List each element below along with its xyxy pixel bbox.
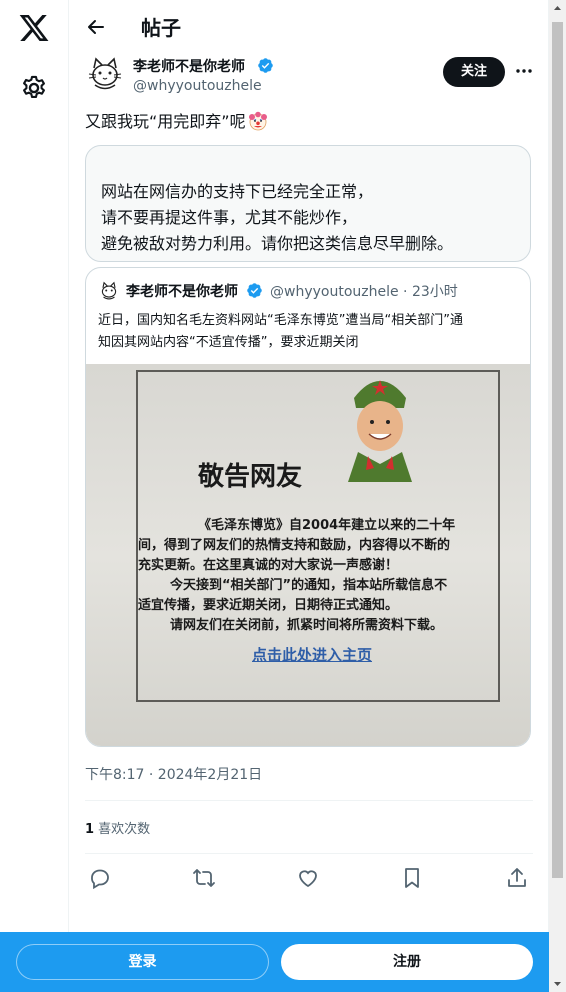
- left-rail: [0, 0, 69, 992]
- cat-avatar-icon: [98, 280, 120, 302]
- gear-icon[interactable]: [20, 74, 48, 102]
- retweet-icon[interactable]: [192, 866, 216, 890]
- verified-icon: [247, 283, 262, 298]
- main-column: 帖子 李老师不是你老师 @whyyoutouzhele 关注 又跟我玩“用完即弃…: [69, 0, 549, 992]
- image-body-line-3: 充实更新。在这里真诚的对大家说一声感谢！: [138, 558, 399, 573]
- bookmark-icon[interactable]: [400, 866, 424, 890]
- quoted-avatar: [98, 280, 120, 302]
- signup-button[interactable]: 注册: [281, 944, 533, 980]
- image-body-line-4: 今天接到“相关部门”的通知，指本站所载信息不: [170, 578, 448, 593]
- signup-banner: 登录 注册: [0, 932, 549, 992]
- notice-card: 网站在网信办的支持下已经完全正常， 请不要再提这件事，尤其不能炒作， 避免被敌对…: [85, 145, 531, 262]
- scroll-down-icon[interactable]: [549, 975, 566, 992]
- reply-icon[interactable]: [88, 866, 112, 890]
- image-title: 敬告网友: [198, 462, 303, 492]
- timestamp[interactable]: 下午8:17 · 2024年2月21日: [85, 764, 262, 784]
- cat-avatar-icon: [85, 54, 125, 94]
- tweet-text: 又跟我玩“用完即弃”呢: [85, 108, 268, 132]
- more-icon[interactable]: [513, 60, 535, 82]
- image-body-line-6: 请网友们在关闭前，抓紧时间将所需资料下载。: [170, 618, 444, 633]
- login-button[interactable]: 登录: [16, 944, 269, 980]
- image-body-line-1: 《毛泽东博览》自2004年建立以来的二十年: [198, 518, 456, 533]
- scrollbar-thumb[interactable]: [552, 22, 563, 878]
- x-logo-icon[interactable]: [18, 12, 50, 44]
- likes-stat[interactable]: 1 喜欢次数: [85, 818, 150, 837]
- page-title: 帖子: [141, 16, 181, 40]
- quoted-meta: @whyyoutouzhele · 23小时: [270, 284, 458, 300]
- divider: [85, 853, 533, 854]
- image-body-line-5: 适宜传播，要求近期关闭，日期待正式通知。: [138, 598, 399, 613]
- likes-count: 1: [85, 822, 95, 837]
- verified-icon: [258, 58, 273, 73]
- image-homepage-link: 点击此处进入主页: [252, 646, 373, 664]
- quoted-image[interactable]: 敬告网友 《毛泽东博览》自2004年建立以来的二十年 间，得到了网友们的热情支持…: [86, 364, 530, 746]
- back-arrow-icon[interactable]: [81, 12, 111, 42]
- likes-label: 喜欢次数: [94, 822, 151, 837]
- notice-line-1: 网站在网信办的支持下已经完全正常，: [101, 182, 374, 201]
- like-icon[interactable]: [296, 866, 320, 890]
- quoted-tweet[interactable]: 李老师不是你老师 @whyyoutouzhele · 23小时 近日，国内知名毛…: [85, 267, 531, 747]
- author-handle[interactable]: @whyyoutouzhele: [133, 78, 262, 94]
- scrollbar[interactable]: [549, 0, 566, 992]
- quoted-author-name: 李老师不是你老师: [126, 284, 238, 300]
- share-icon[interactable]: [505, 866, 529, 890]
- notice-line-2: 请不要再提这件事，尤其不能炒作，: [101, 208, 358, 227]
- author-row: 李老师不是你老师 @whyyoutouzhele 关注: [85, 54, 533, 102]
- image-body-line-2: 间，得到了网友们的热情支持和鼓励，内容得以不断的: [138, 538, 451, 553]
- notice-line-3: 避免被敌对势力利用。请你把这类信息尽早删除。: [101, 234, 454, 253]
- divider: [85, 800, 533, 801]
- soldier-portrait-icon: [348, 380, 412, 482]
- clown-emoji-icon: [248, 111, 267, 131]
- avatar[interactable]: [85, 54, 125, 94]
- follow-button[interactable]: 关注: [443, 57, 505, 87]
- tweet-text-content: 又跟我玩“用完即弃”呢: [85, 112, 246, 131]
- author-name[interactable]: 李老师不是你老师: [133, 56, 245, 76]
- top-bar: 帖子: [69, 0, 549, 53]
- scroll-up-icon[interactable]: [549, 0, 566, 17]
- quoted-text-line-1: 近日，国内知名毛左资料网站“毛泽东博览”遭当局“相关部门”通: [98, 313, 463, 328]
- quoted-text-line-2: 知因其网站内容“不适宜传播”，要求近期关闭: [98, 335, 359, 350]
